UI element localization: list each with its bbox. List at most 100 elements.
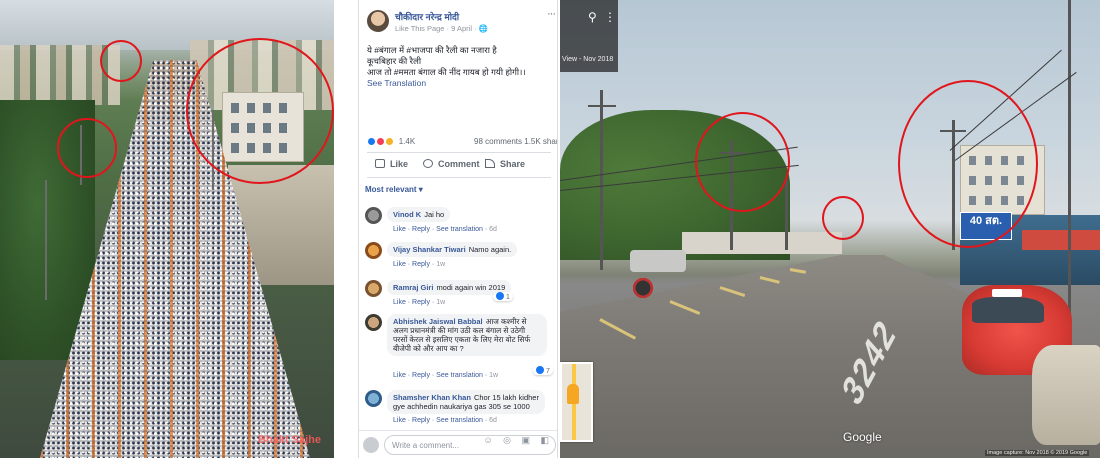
street-view-panel[interactable]: 40 สต. 3242 ⚲ ⋮ View - Nov 2018 Google I <box>560 0 1100 458</box>
highlight-circle <box>898 80 1038 248</box>
comment-author[interactable]: Vinod K <box>393 210 421 219</box>
comment-age: 6d <box>489 417 497 424</box>
utility-pole <box>785 180 788 250</box>
comment-label: Comment <box>438 159 480 169</box>
comment-bubble: Abhishek Jaiswal Babbal आज कश्मीर से अलग … <box>387 314 547 356</box>
parked-pickup <box>630 250 686 272</box>
love-reaction-icon <box>376 137 386 147</box>
reaction-count: 1.4K <box>398 137 416 147</box>
page-name-link[interactable]: चौकीदार नरेन्द्र मोदी <box>395 10 459 23</box>
highlight-circle <box>186 38 334 184</box>
post-header: चौकीदार नरेन्द्र मोदी Like This Page · 9… <box>359 0 557 40</box>
commenter-avatar[interactable] <box>365 390 382 407</box>
divider <box>367 152 551 153</box>
comment-icon <box>423 159 433 168</box>
capture-date-label[interactable]: View - Nov 2018 <box>562 56 613 63</box>
like-badge-icon <box>536 366 544 374</box>
highlight-circle <box>822 196 864 240</box>
post-line: आज तो #ममता बंगाल की नींद गायब हो गयी हो… <box>367 67 526 77</box>
comment-bubble: Shamsher Khan Khan Chor 15 lakh kidher gy… <box>387 390 545 414</box>
comment-meta[interactable]: Like · Reply · See translation · 6d <box>393 417 497 424</box>
highlight-circle <box>57 118 117 178</box>
share-icon <box>485 159 495 168</box>
post-text: ये #बंगाल में #भाजपा की रैली का नजारा है… <box>367 45 555 89</box>
comment-age: 6d <box>489 226 497 233</box>
commenter-avatar[interactable] <box>365 280 382 297</box>
comment-bubble: Vinod K Jai ho <box>387 207 451 222</box>
comment-like-count: 7 <box>546 368 550 375</box>
highlight-circle <box>695 112 790 212</box>
comment-author[interactable]: Vijay Shankar Tiwari <box>393 245 466 254</box>
highlight-circle <box>100 40 142 82</box>
commenter-avatar[interactable] <box>365 207 382 224</box>
like-label: Like <box>390 159 409 169</box>
location-pin-icon[interactable]: ⚲ <box>588 10 597 24</box>
comment-actions[interactable]: Like · Reply · See translation · <box>393 226 489 233</box>
aerial-watermark: Bhakt Sajhe <box>258 434 321 446</box>
like-reaction-icon <box>367 137 376 147</box>
comment-meta[interactable]: Like · Reply · See translation · 1w <box>393 372 498 379</box>
page-subtitle: Like This Page · 9 April · 🌐 <box>395 24 488 33</box>
utility-pole <box>600 90 603 270</box>
shop-awning <box>1022 230 1100 250</box>
comment-text: Namo again. <box>468 245 512 254</box>
comment-bubble: Vijay Shankar Tiwari Namo again. <box>387 242 518 257</box>
comment-meta[interactable]: Like · Reply · See translation · 6d <box>393 226 497 233</box>
comment-age: 1w <box>436 261 446 268</box>
parked-car <box>1032 345 1100 445</box>
utility-pole <box>1068 0 1071 330</box>
post-stats: 1.4K 98 comments 1.5K shares <box>367 137 557 149</box>
comment-actions[interactable]: Like · Reply · See translation · <box>393 417 489 424</box>
google-logo: Google <box>843 430 882 444</box>
more-options-icon[interactable]: ··· <box>547 8 556 20</box>
more-menu-icon[interactable]: ⋮ <box>604 10 616 24</box>
pole-crossarm <box>588 105 616 107</box>
see-translation-link[interactable]: See Translation <box>367 78 555 89</box>
post-line: कूचबिहार की रैली <box>367 56 422 66</box>
comment-like-count: 1 <box>506 294 510 301</box>
comment-button[interactable]: Comment <box>423 159 480 169</box>
comment-like-badge[interactable]: 7 <box>533 366 553 375</box>
wow-reaction-icon <box>385 137 395 147</box>
reaction-summary[interactable]: 1.4K <box>367 137 416 147</box>
comment-like-badge[interactable]: 1 <box>493 292 513 301</box>
comment-text: Jai ho <box>424 210 445 219</box>
comment-actions[interactable]: Like · Reply · <box>393 261 436 268</box>
comment-meta[interactable]: Like · Reply · 1w <box>393 261 445 268</box>
own-avatar <box>363 437 379 453</box>
mini-map[interactable] <box>560 362 593 442</box>
page-avatar[interactable] <box>367 10 389 32</box>
comment-attach-icons[interactable]: ☺ ◎ ▣ ◧ <box>483 435 553 446</box>
street-view-info-box: ⚲ ⋮ View - Nov 2018 <box>560 0 618 72</box>
composite-screenshot: Bhakt Sajhe चौकीदार नरेन्द्र मोदी Like T… <box>0 0 1100 458</box>
comment-actions[interactable]: Like · Reply · <box>393 299 436 306</box>
like-button[interactable]: Like <box>375 159 408 169</box>
comment-author[interactable]: Ramraj Giri <box>393 283 433 292</box>
post-actions: Like Comment Share <box>359 157 557 175</box>
pegman-icon[interactable] <box>567 384 579 404</box>
divider <box>367 177 551 178</box>
post-line: ये #बंगाल में #भाजपा की रैली का नजारा है <box>367 45 497 55</box>
facebook-post-panel: चौकीदार नरेन्द्र मोदी Like This Page · 9… <box>358 0 558 458</box>
like-badge-icon <box>496 292 504 300</box>
comment-author[interactable]: Shamsher Khan Khan <box>393 393 471 402</box>
commenter-avatar[interactable] <box>365 242 382 259</box>
comment-meta[interactable]: Like · Reply · 1w <box>393 299 445 306</box>
comment-age: 1w <box>489 372 499 379</box>
comment-actions[interactable]: Like · Reply · See translation · <box>393 372 489 379</box>
comment-age: 1w <box>436 299 446 306</box>
comment-sort-dropdown[interactable]: Most relevant ▾ <box>365 185 423 194</box>
share-button[interactable]: Share <box>485 159 525 169</box>
share-label: Share <box>500 159 526 169</box>
commenter-avatar[interactable] <box>365 314 382 331</box>
roadside-wall <box>682 232 842 254</box>
comments-shares-count[interactable]: 98 comments 1.5K shares <box>474 137 557 146</box>
write-comment-bar: Write a comment... ☺ ◎ ▣ ◧ <box>359 430 557 458</box>
comment-text: modi again win 2019 <box>436 283 506 292</box>
aerial-rally-photo: Bhakt Sajhe <box>0 0 334 458</box>
comment-author[interactable]: Abhishek Jaiswal Babbal <box>393 317 483 326</box>
thumbs-up-icon <box>375 159 385 168</box>
aerial-pole <box>45 180 47 300</box>
image-capture-credit: Image capture: Nov 2018 © 2019 Google <box>985 450 1090 456</box>
comment-bubble: Ramraj Giri modi again win 2019 <box>387 280 512 295</box>
